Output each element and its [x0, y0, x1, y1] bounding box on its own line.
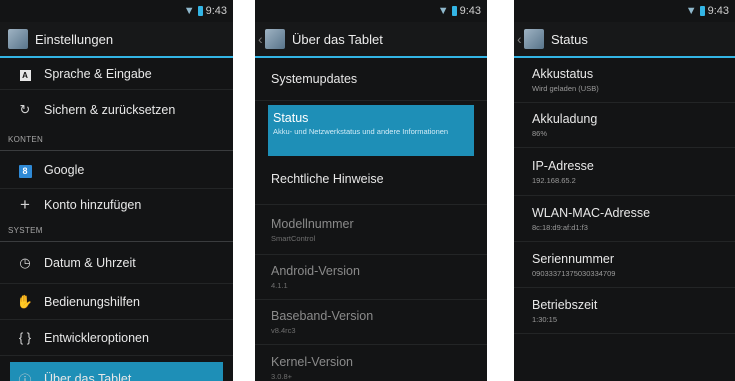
status-time: 9:43: [707, 5, 729, 17]
about-item-title: Status: [273, 111, 309, 125]
about-item-title: Baseband-Version: [271, 309, 374, 323]
about-tablet-screen: ▼ 9:43 ‹ Über das Tablet Systemupdates S…: [255, 0, 487, 381]
info-icon: ⓘ: [18, 372, 32, 381]
google-icon: 8: [16, 162, 34, 178]
status-item-wlan-mac: WLAN-MAC-Adresse 8c:18:d9:af:d1:f3: [514, 196, 735, 242]
action-bar: ‹ Über das Tablet: [255, 22, 487, 58]
status-bar: ▼ 9:43: [514, 0, 735, 22]
status-time: 9:43: [205, 5, 227, 17]
status-item-title: IP-Adresse: [532, 158, 594, 173]
status-item-title: Betriebszeit: [532, 297, 598, 312]
status-item-title: Seriennummer: [532, 251, 614, 266]
settings-item-google[interactable]: 8 Google: [0, 151, 233, 189]
status-item-value: 86%: [532, 129, 548, 138]
about-item-title: Android-Version: [271, 264, 360, 278]
plus-icon: +: [20, 195, 30, 214]
keyboard-icon: A: [16, 66, 34, 81]
about-item-subtitle: v8.4rc3: [271, 326, 296, 335]
status-item-value: Wird geladen (USB): [532, 84, 599, 93]
about-item-android-version[interactable]: Android-Version 4.1.1: [255, 255, 487, 300]
page-title: Status: [551, 31, 588, 47]
status-item-title: WLAN-MAC-Adresse: [532, 205, 651, 220]
status-item-ip-address: IP-Adresse 192.168.65.2: [514, 148, 735, 196]
action-bar: ‹ Status: [514, 22, 735, 58]
status-item-value: 192.168.65.2: [532, 175, 576, 185]
clock-icon: ◷: [19, 254, 31, 270]
wifi-icon: ▼: [437, 5, 449, 17]
restore-icon: ↻: [19, 102, 31, 117]
battery-icon: [197, 6, 203, 16]
settings-screen: ▼ 9:43 Einstellungen A Sprache & Eingabe…: [0, 0, 233, 381]
about-item-title: Rechtliche Hinweise: [271, 171, 384, 186]
page-title: Einstellungen: [35, 31, 114, 47]
back-caret-icon[interactable]: ‹: [258, 31, 264, 47]
wifi-icon: ▼: [183, 5, 195, 17]
settings-item-add-account[interactable]: + Konto hinzufügen: [0, 189, 233, 221]
settings-item-date-time[interactable]: ◷ Datum & Uhrzeit: [0, 242, 233, 284]
about-item-subtitle: 3.0.8+: [271, 371, 293, 381]
about-item-title: Modellnummer: [271, 216, 354, 231]
status-screen: ▼ 9:43 ‹ Status Akkustatus Wird geladen …: [514, 0, 735, 381]
settings-item-backup[interactable]: ↻ Sichern & zurücksetzen: [0, 90, 233, 130]
status-item-title: Akkustatus: [532, 67, 594, 81]
settings-item-label: Entwickleroptionen: [44, 330, 149, 345]
settings-item-label: Über das Tablet: [44, 372, 132, 381]
settings-item-label: Sprache & Eingabe: [44, 66, 152, 81]
about-item-system-updates[interactable]: Systemupdates: [255, 58, 487, 101]
status-item-serial-number: Seriennummer 09033371375030334709: [514, 242, 735, 288]
settings-item-about-tablet[interactable]: ⓘ Über das Tablet: [10, 362, 223, 381]
settings-item-developer[interactable]: { } Entwickleroptionen: [0, 320, 233, 356]
page-title: Über das Tablet: [292, 31, 383, 47]
settings-item-label: Google: [44, 162, 85, 177]
status-item-value: 09033371375030334709: [532, 268, 616, 278]
hand-icon: ✋: [16, 293, 34, 309]
about-item-kernel: Kernel-Version 3.0.8+: [255, 345, 487, 381]
settings-app-icon[interactable]: [265, 29, 285, 49]
status-time: 9:43: [459, 5, 481, 17]
settings-item-label: Bedienungshilfen: [44, 294, 140, 309]
status-item-battery-status: Akkustatus Wird geladen (USB): [514, 58, 735, 103]
settings-item-label: Datum & Uhrzeit: [44, 255, 136, 270]
settings-app-icon[interactable]: [524, 29, 544, 49]
about-item-baseband: Baseband-Version v8.4rc3: [255, 300, 487, 345]
about-item-subtitle: Akku- und Netzwerkstatus und andere Info…: [273, 127, 449, 136]
settings-item-label: Sichern & zurücksetzen: [44, 103, 176, 117]
battery-icon: [451, 6, 457, 16]
battery-icon: [699, 6, 705, 16]
about-item-status[interactable]: Status Akku- und Netzwerkstatus und ande…: [268, 105, 474, 156]
section-header-accounts: KONTEN: [0, 130, 233, 151]
status-item-uptime: Betriebszeit 1:30:15: [514, 288, 735, 334]
about-item-title: Kernel-Version: [271, 354, 353, 369]
status-item-title: Akkuladung: [532, 112, 598, 126]
settings-item-label: Konto hinzufügen: [44, 198, 142, 212]
about-item-legal[interactable]: Rechtliche Hinweise: [255, 153, 487, 205]
settings-item-language[interactable]: A Sprache & Eingabe: [0, 58, 233, 90]
about-item-model: Modellnummer SmartControl: [255, 205, 487, 255]
settings-app-icon[interactable]: [8, 29, 28, 49]
status-bar: ▼ 9:43: [255, 0, 487, 22]
action-bar: Einstellungen: [0, 22, 233, 58]
about-item-title: Systemupdates: [271, 72, 358, 86]
status-bar: ▼ 9:43: [0, 0, 233, 22]
wifi-icon: ▼: [685, 5, 697, 17]
status-item-value: 1:30:15: [532, 314, 558, 324]
about-item-subtitle: SmartControl: [271, 233, 316, 243]
settings-item-accessibility[interactable]: ✋ Bedienungshilfen: [0, 284, 233, 320]
braces-icon: { }: [18, 330, 32, 345]
about-item-subtitle: 4.1.1: [271, 281, 288, 290]
status-item-value: 8c:18:d9:af:d1:f3: [532, 222, 588, 232]
status-item-battery-level: Akkuladung 86%: [514, 103, 735, 148]
back-caret-icon[interactable]: ‹: [517, 31, 523, 47]
section-header-system: SYSTEM: [0, 221, 233, 242]
